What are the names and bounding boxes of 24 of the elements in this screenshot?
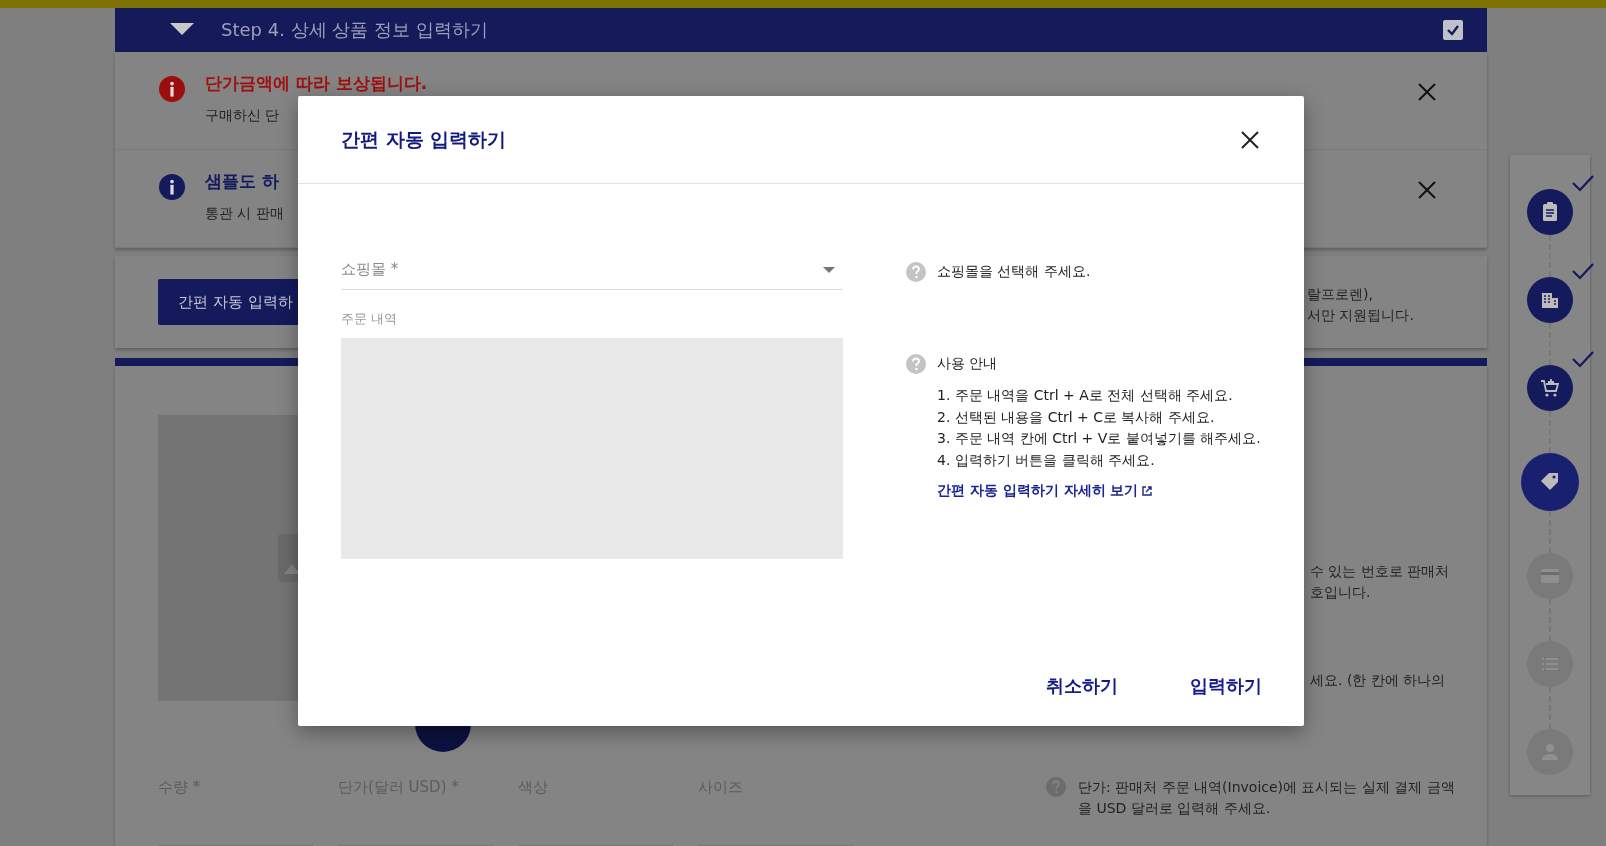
step-header[interactable]: Step 4. 상세 상품 정보 입력하기 <box>115 8 1487 52</box>
note-text: 호입니다. <box>1310 584 1372 602</box>
shop-select[interactable]: 쇼핑몰 * <box>341 252 843 290</box>
guide-step: 2. 선택된 내용을 Ctrl + C로 복사해 주세요. <box>937 406 1261 428</box>
note-text: 수 있는 번호로 판매처 <box>1310 563 1451 581</box>
notice-title: 샘플도 하 <box>205 170 280 193</box>
dialog-button[interactable]: 입력하기 <box>1174 666 1278 706</box>
step-title: Step 4. 상세 상품 정보 입력하기 <box>221 18 488 42</box>
note-text: 서만 지원됩니다. <box>1307 306 1415 325</box>
help-text: 쇼핑몰을 선택해 주세요. <box>937 263 1091 281</box>
notice-text: 구매하신 단 <box>205 107 281 125</box>
guide-link[interactable]: 간편 자동 입력하기 자세히 보기 <box>937 482 1261 500</box>
guide-title: 사용 안내 <box>937 355 998 373</box>
dialog-title: 간편 자동 입력하기 <box>341 126 507 152</box>
guide-step: 3. 주문 내역 칸에 Ctrl + V로 붙여넣기를 해주세요. <box>937 428 1261 450</box>
note-text: 랄프로렌), <box>1307 285 1374 304</box>
notice-title: 단가금액에 따라 보상됩니다. <box>205 72 428 95</box>
guide-step: 1. 주문 내역을 Ctrl + A로 전체 선택해 주세요. <box>937 385 1261 407</box>
dialog-button[interactable]: 취소하기 <box>1030 666 1134 706</box>
note-text: 세요. (한 칸에 하나의 <box>1310 672 1447 690</box>
help-text: 단가: 판매처 주문 내역(Invoice)에 표시되는 실제 결제 금액을 USD 달러로 입력해 주세요. <box>1078 778 1456 818</box>
guide-step: 4. 입력하기 버튼을 클릭해 주세요. <box>937 449 1261 471</box>
notice-text: 통관 시 판매 <box>205 205 284 223</box>
field-label: 주문 내역 <box>341 310 399 328</box>
